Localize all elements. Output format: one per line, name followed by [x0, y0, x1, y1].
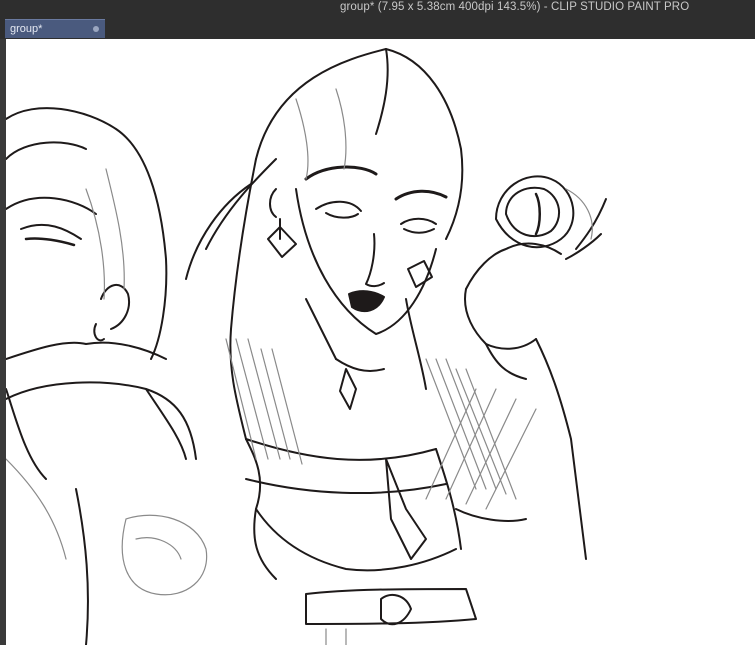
tab-group[interactable]: group* — [5, 19, 105, 38]
line-art-sketch — [6, 48, 607, 645]
window-title: group* (7.95 x 5.38cm 400dpi 143.5%) - C… — [340, 1, 690, 13]
title-bar: group* (7.95 x 5.38cm 400dpi 143.5%) - C… — [0, 0, 755, 17]
close-dot-icon[interactable] — [93, 26, 99, 32]
drawing-canvas[interactable] — [6, 39, 755, 645]
tab-label: group* — [10, 23, 43, 35]
document-tab-strip — [0, 17, 755, 39]
